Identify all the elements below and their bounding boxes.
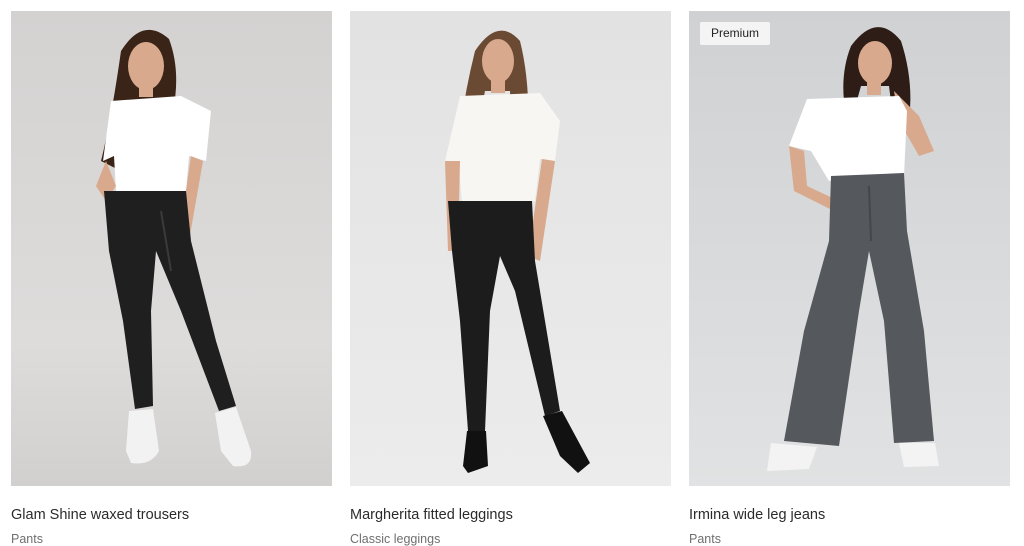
model-photo-illustration [11, 11, 332, 486]
product-card-glam-shine[interactable]: Glam Shine waxed trousers Pants [11, 11, 332, 546]
premium-badge: Premium [700, 22, 771, 45]
product-image-margherita[interactable] [350, 11, 671, 486]
product-name[interactable]: Margherita fitted leggings [350, 507, 513, 523]
product-category: Classic leggings [350, 532, 441, 546]
product-card-irmina[interactable]: Premium Irmina wide leg jeans Pants [689, 11, 1010, 546]
product-category: Pants [11, 532, 43, 546]
product-grid: Glam Shine waxed trousers Pants Margheri… [11, 11, 1011, 546]
product-name[interactable]: Irmina wide leg jeans [689, 507, 825, 523]
product-name[interactable]: Glam Shine waxed trousers [11, 507, 189, 523]
product-card-margherita[interactable]: Margherita fitted leggings Classic leggi… [350, 11, 671, 546]
product-category: Pants [689, 532, 721, 546]
model-photo-illustration [350, 11, 671, 486]
model-photo-illustration [689, 11, 1010, 486]
product-image-irmina[interactable]: Premium [689, 11, 1010, 486]
product-image-glam-shine[interactable] [11, 11, 332, 486]
